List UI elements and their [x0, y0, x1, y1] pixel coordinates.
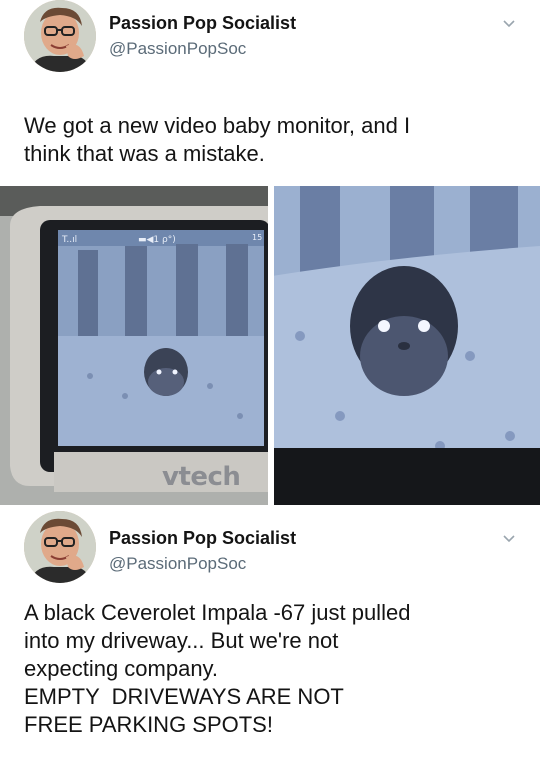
- tweet-text-line: FREE PARKING SPOTS!: [24, 712, 273, 737]
- chevron-down-icon[interactable]: [500, 14, 518, 32]
- display-name[interactable]: Passion Pop Socialist: [109, 527, 296, 549]
- tweet-1: Passion Pop Socialist @PassionPopSoc We …: [0, 0, 540, 186]
- tweet-text-line: We got a new video baby monitor, and I: [24, 113, 411, 138]
- avatar-image: [24, 511, 96, 583]
- baby-monitor-image: T..ıl ▬◀1 ρ°) 15: [0, 186, 540, 505]
- tweet-text-line: think that was a mistake.: [24, 141, 265, 166]
- baby-monitor-photo[interactable]: T..ıl ▬◀1 ρ°) 15 vtech: [0, 186, 540, 505]
- tweet-text-line: EMPTY DRIVEWAYS ARE NOT: [24, 684, 344, 709]
- tweet-text: A black Ceverolet Impala -67 just pulled…: [24, 599, 524, 739]
- status-indicators: ▬◀1 ρ°): [138, 235, 176, 245]
- display-name[interactable]: Passion Pop Socialist: [109, 12, 296, 34]
- avatar-image: [24, 0, 96, 72]
- tweet-text-line: expecting company.: [24, 656, 219, 681]
- avatar[interactable]: [24, 511, 96, 583]
- tweet-text: We got a new video baby monitor, and I t…: [24, 112, 524, 168]
- handle[interactable]: @PassionPopSoc: [109, 38, 296, 59]
- handle[interactable]: @PassionPopSoc: [109, 553, 296, 574]
- avatar[interactable]: [24, 0, 96, 72]
- signal-icon: T..ıl: [61, 235, 77, 245]
- chevron-down-icon[interactable]: [500, 529, 518, 547]
- author: Passion Pop Socialist @PassionPopSoc: [109, 12, 296, 59]
- tweet-text-line: into my driveway... But we're not: [24, 628, 339, 653]
- author: Passion Pop Socialist @PassionPopSoc: [109, 527, 296, 574]
- clock-readout: 15: [252, 233, 262, 242]
- vtech-logo: vtech: [162, 462, 241, 492]
- tweet-2: Passion Pop Socialist @PassionPopSoc A b…: [0, 505, 540, 764]
- tweet-text-line: A black Ceverolet Impala -67 just pulled: [24, 600, 411, 625]
